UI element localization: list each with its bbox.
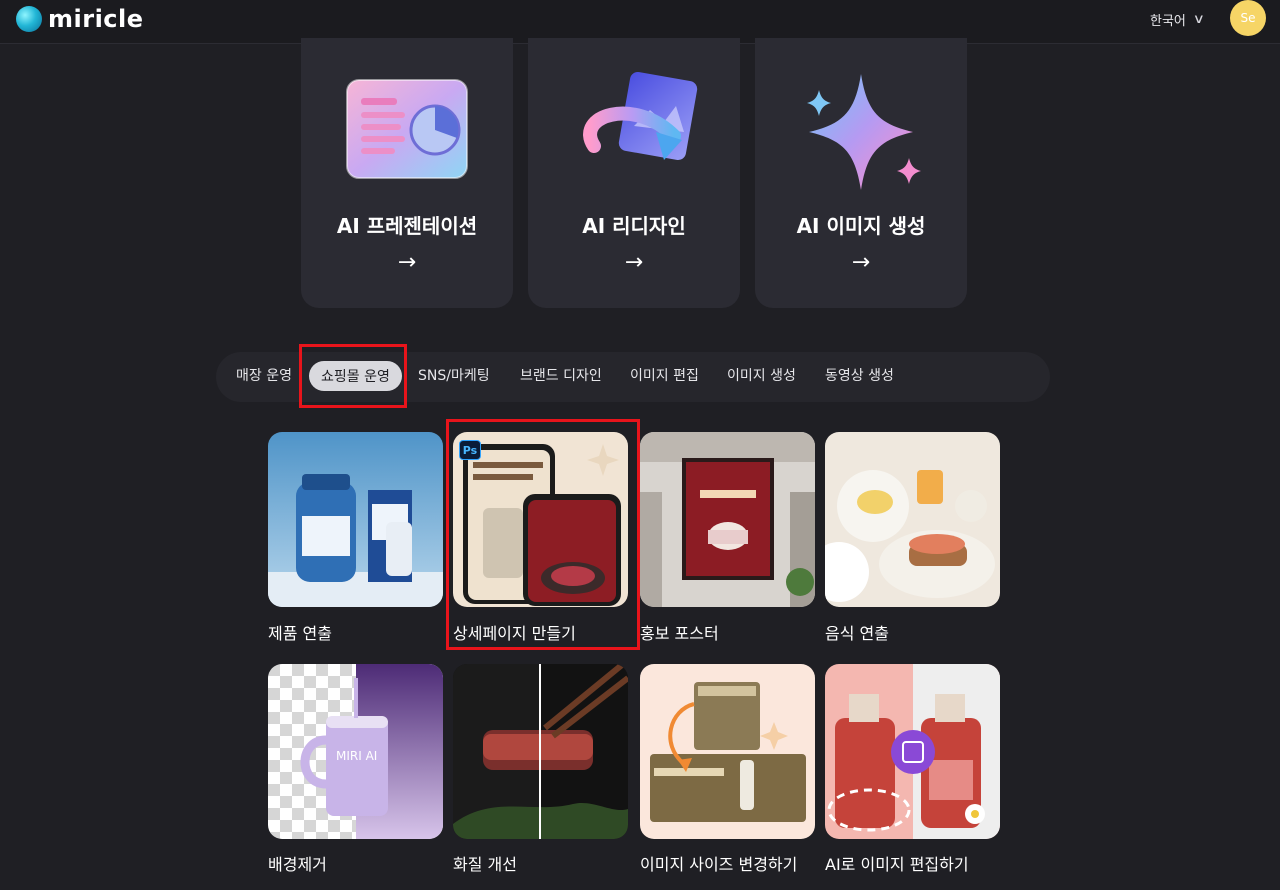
- tab-shopping-mall-operation[interactable]: 쇼핑몰 운영: [309, 361, 402, 391]
- presentation-icon: [346, 79, 468, 179]
- template-label: 홍보 포스터: [640, 624, 719, 643]
- template-label: 화질 개선: [453, 855, 517, 874]
- feature-card-ai-image-generation[interactable]: AI 이미지 생성 →: [755, 38, 967, 308]
- template-tile-background-removal[interactable]: MIRI AI: [268, 664, 443, 839]
- category-tab-bar: 매장 운영 쇼핑몰 운영 SNS/마케팅 브랜드 디자인 이미지 편집 이미지 …: [216, 352, 1050, 402]
- quality-enhancement-image: [453, 664, 628, 839]
- chevron-down-icon: ∨: [1192, 12, 1205, 27]
- language-selector[interactable]: 한국어 ∨: [1150, 10, 1205, 29]
- svg-text:MIRI AI: MIRI AI: [336, 749, 377, 763]
- redesign-icon: [583, 71, 698, 161]
- tab-store-operation[interactable]: 매장 운영: [236, 365, 292, 385]
- template-tile-food-staging[interactable]: [825, 432, 1000, 607]
- photoshop-badge-icon: Ps: [459, 440, 481, 460]
- sparkle-icon: [807, 74, 921, 190]
- logo[interactable]: miricle: [16, 5, 144, 33]
- template-label: 음식 연출: [825, 624, 889, 643]
- feature-title: AI 프레젠테이션: [336, 214, 478, 238]
- template-tile-product-staging[interactable]: [268, 432, 443, 607]
- template-label: 상세페이지 만들기: [453, 624, 576, 643]
- logo-mark-icon: [16, 6, 42, 32]
- promo-poster-image: [640, 432, 815, 607]
- template-tile-image-resize[interactable]: [640, 664, 815, 839]
- feature-title: AI 이미지 생성: [796, 214, 926, 238]
- tab-image-edit[interactable]: 이미지 편집: [630, 365, 699, 385]
- feature-title: AI 리디자인: [582, 214, 686, 238]
- template-tile-detail-page[interactable]: Ps: [453, 432, 628, 607]
- template-label: AI로 이미지 편집하기: [825, 855, 969, 874]
- user-avatar[interactable]: Se: [1230, 0, 1266, 36]
- ai-image-edit-image: [825, 664, 1000, 839]
- tab-brand-design[interactable]: 브랜드 디자인: [520, 365, 602, 385]
- template-tile-promo-poster[interactable]: [640, 432, 815, 607]
- template-tile-ai-image-edit[interactable]: [825, 664, 1000, 839]
- arrow-right-icon[interactable]: →: [301, 250, 513, 275]
- template-label: 제품 연출: [268, 624, 332, 643]
- tab-sns-marketing[interactable]: SNS/마케팅: [418, 365, 490, 385]
- template-tile-quality-enhancement[interactable]: [453, 664, 628, 839]
- background-removal-image: MIRI AI: [268, 664, 443, 839]
- arrow-right-icon[interactable]: →: [755, 250, 967, 275]
- template-label: 배경제거: [268, 855, 327, 874]
- image-resize-image: [640, 664, 815, 839]
- tab-video-generation[interactable]: 동영상 생성: [825, 365, 894, 385]
- logo-text: miricle: [48, 5, 144, 33]
- arrow-right-icon[interactable]: →: [528, 250, 740, 275]
- feature-card-ai-presentation[interactable]: AI 프레젠테이션 →: [301, 38, 513, 308]
- language-label: 한국어: [1150, 14, 1186, 29]
- template-label: 이미지 사이즈 변경하기: [640, 855, 798, 874]
- tab-image-generation[interactable]: 이미지 생성: [727, 365, 796, 385]
- food-staging-image: [825, 432, 1000, 607]
- product-staging-image: [268, 432, 443, 607]
- feature-card-ai-redesign[interactable]: AI 리디자인 →: [528, 38, 740, 308]
